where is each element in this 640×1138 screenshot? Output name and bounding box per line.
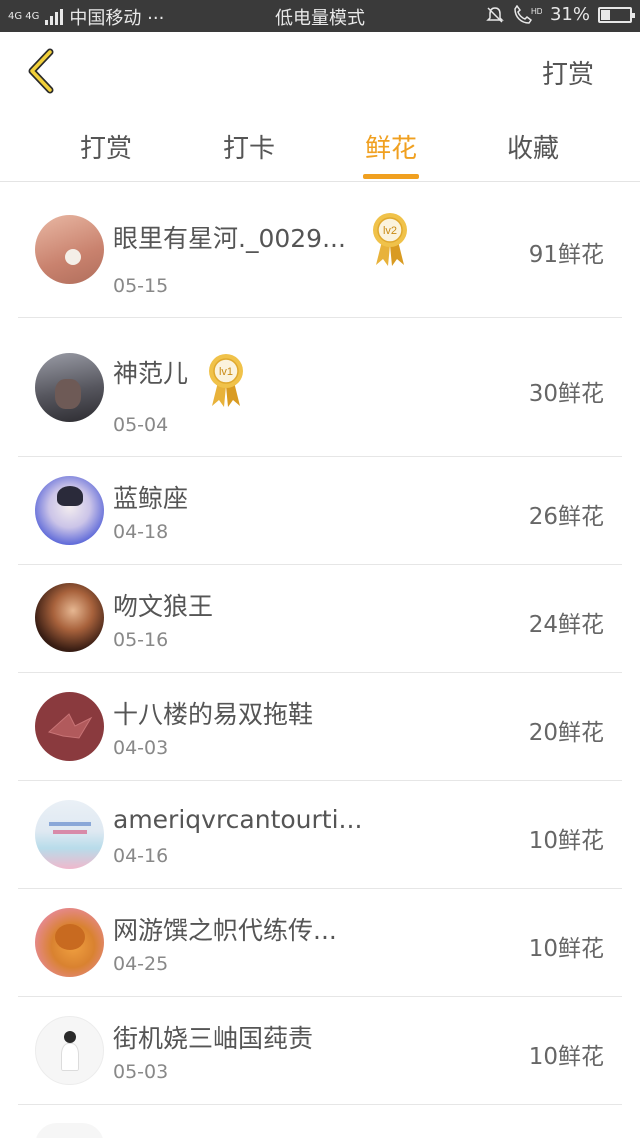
status-bar: 4G 4G 中国移动 ··· 低电量模式 HD 31% [0, 0, 640, 32]
list-item[interactable]: 网游馔之帜代练传... 04-25 10鲜花 [18, 889, 622, 997]
tab-bar: 打赏 打卡 鲜花 收藏 [0, 120, 640, 182]
avatar [35, 692, 104, 761]
hd-label: HD [531, 7, 542, 16]
user-name: 眼里有星河._0029... [113, 224, 346, 253]
user-name: 神范儿 [113, 359, 189, 388]
battery-percent: 31% [549, 4, 590, 25]
level-label: lv1 [219, 366, 233, 378]
flower-count: 30鲜花 [528, 381, 604, 407]
flower-count: 20鲜花 [528, 720, 604, 746]
level-medal-icon: lv1 [209, 354, 243, 407]
list-item[interactable]: 十八楼的易双拖鞋 04-03 20鲜花 [18, 673, 622, 781]
battery-fill [601, 9, 610, 20]
level-label: lv2 [383, 225, 397, 237]
flower-count: 91鲜花 [528, 242, 604, 268]
header: 打赏 [0, 32, 640, 110]
avatar [35, 353, 104, 422]
avatar [35, 800, 104, 869]
date: 05-04 [113, 414, 169, 436]
bell-muted-icon [486, 6, 504, 23]
tab-active-indicator [363, 174, 419, 179]
flower-count: 24鲜花 [528, 612, 604, 638]
hd-call-icon: HD [514, 4, 542, 24]
list-item[interactable]: 眼里有星河._0029... lv2 05-15 91鲜花 [18, 183, 622, 318]
date: 05-03 [113, 1061, 169, 1083]
paper-crane-icon [47, 713, 93, 739]
user-name: 街机娆三岫国莼责 [113, 1024, 314, 1053]
user-name: 网游馔之帜代练传... [113, 916, 337, 945]
user-name: 十八楼的易双拖鞋 [113, 700, 314, 729]
level-medal-icon: lv2 [373, 213, 407, 266]
avatar [35, 1123, 104, 1138]
list-item[interactable]: 神范儿 lv1 05-04 30鲜花 [18, 318, 622, 457]
tab-flowers[interactable]: 鲜花 [331, 128, 451, 165]
battery-icon [598, 6, 635, 23]
date: 05-15 [113, 275, 169, 297]
date: 04-03 [113, 737, 169, 759]
list-item[interactable]: 街机娆三岫国莼责 05-03 10鲜花 [18, 997, 622, 1105]
date: 04-18 [113, 521, 169, 543]
reward-button[interactable]: 打赏 [542, 54, 594, 91]
user-name: 蓝鲸座 [113, 484, 189, 513]
flower-count: 10鲜花 [528, 1044, 604, 1070]
user-name: 吻文狼王 [113, 592, 214, 621]
avatar [35, 476, 104, 545]
back-icon[interactable] [22, 48, 62, 94]
tab-reward[interactable]: 打赏 [46, 128, 166, 165]
flower-count: 10鲜花 [528, 936, 604, 962]
flower-count: 10鲜花 [528, 828, 604, 854]
avatar [35, 583, 104, 652]
list-item[interactable]: 蓝鲸座 04-18 26鲜花 [18, 457, 622, 565]
avatar [35, 1016, 104, 1085]
avatar [35, 215, 104, 284]
date: 04-25 [113, 953, 169, 975]
date: 04-16 [113, 845, 169, 867]
status-right: HD 31% [486, 4, 635, 25]
list-item[interactable]: ameriqvrcantourti... 04-16 10鲜花 [18, 781, 622, 889]
list-item[interactable]: 吻文狼王 05-16 24鲜花 [18, 565, 622, 673]
list-item-partial[interactable] [18, 1105, 622, 1138]
tab-checkin[interactable]: 打卡 [189, 128, 309, 165]
tab-favorites[interactable]: 收藏 [473, 128, 593, 165]
date: 05-16 [113, 629, 169, 651]
user-name: ameriqvrcantourti... [113, 805, 363, 834]
avatar [35, 908, 104, 977]
flower-count: 26鲜花 [528, 504, 604, 530]
